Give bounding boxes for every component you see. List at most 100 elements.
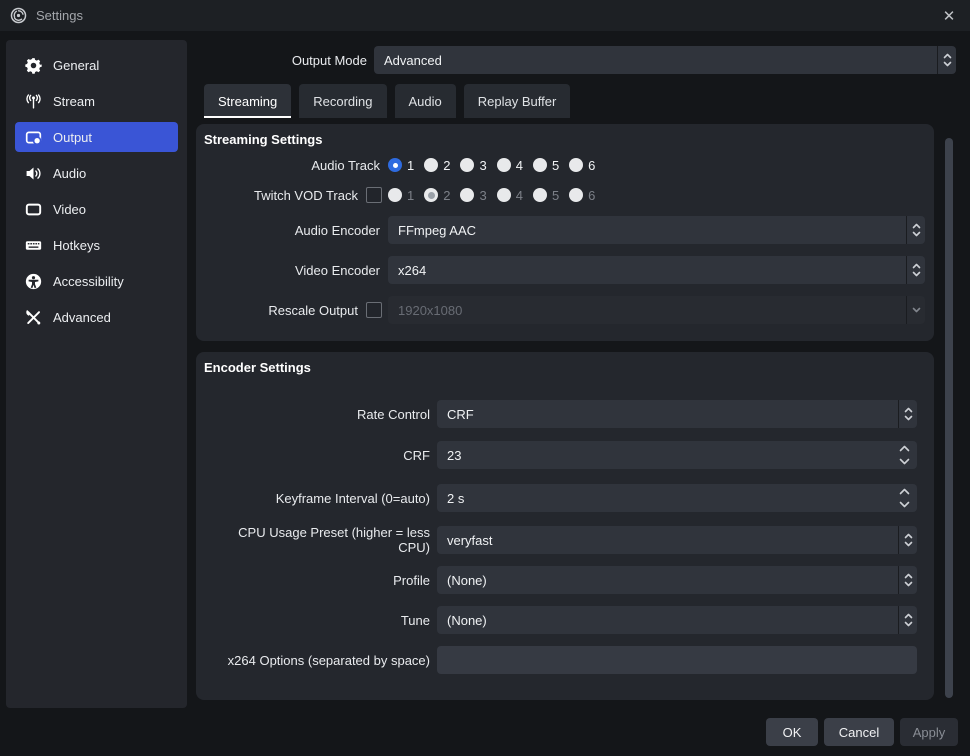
accessibility-icon <box>25 273 42 290</box>
vod-radio-6 <box>569 188 584 202</box>
vod-radio-5 <box>532 188 547 202</box>
combo-updown-icon[interactable] <box>906 256 925 284</box>
keyframe-interval-value: 2 s <box>447 490 465 506</box>
sidebar-item-label: General <box>53 57 100 73</box>
audio-track-row: Audio Track 1 2 3 4 5 6 <box>204 156 925 174</box>
rescale-resolution-value: 1920x1080 <box>398 302 463 318</box>
vod-radio-3 <box>460 188 475 202</box>
sidebar-item-accessibility[interactable]: Accessibility <box>15 266 178 296</box>
combo-updown-icon[interactable] <box>898 526 917 554</box>
crf-value: 23 <box>447 447 462 463</box>
crf-label: CRF <box>403 447 430 463</box>
rate-control-select[interactable]: CRF <box>437 400 917 428</box>
apply-button: Apply <box>900 718 958 746</box>
sidebar-item-video[interactable]: Video <box>15 194 178 224</box>
rescale-output-label: Rescale Output <box>268 302 358 318</box>
keyframe-interval-spinbox[interactable]: 2 s <box>437 484 917 512</box>
combo-updown-icon[interactable] <box>906 216 925 244</box>
vod-radio-2 <box>424 188 439 202</box>
video-encoder-select[interactable]: x264 <box>388 256 925 284</box>
tune-select[interactable]: (None) <box>437 606 917 634</box>
rate-control-value: CRF <box>447 406 474 422</box>
twitch-vod-radios: 1 2 3 4 5 6 <box>388 188 595 203</box>
combo-updown-icon[interactable] <box>898 606 917 634</box>
sidebar-item-label: Accessibility <box>53 273 124 289</box>
tune-value: (None) <box>447 612 487 628</box>
output-mode-label: Output Mode <box>291 52 367 68</box>
sidebar-item-stream[interactable]: Stream <box>15 86 178 116</box>
window-title: Settings <box>36 8 83 23</box>
radio-track-5[interactable] <box>532 158 547 172</box>
sidebar-item-audio[interactable]: Audio <box>15 158 178 188</box>
sidebar-item-hotkeys[interactable]: Hotkeys <box>15 230 178 260</box>
combo-updown-icon[interactable] <box>898 566 917 594</box>
sidebar-item-output[interactable]: Output <box>15 122 178 152</box>
tab-replay-buffer[interactable]: Replay Buffer <box>463 84 571 118</box>
cancel-button[interactable]: Cancel <box>824 718 894 746</box>
sidebar-item-label: Stream <box>53 93 95 109</box>
spin-up-icon[interactable] <box>899 488 910 495</box>
rescale-output-row: Rescale Output 1920x1080 <box>204 296 925 324</box>
profile-select[interactable]: (None) <box>437 566 917 594</box>
keyframe-interval-row: Keyframe Interval (0=auto) 2 s <box>204 484 917 512</box>
tab-recording[interactable]: Recording <box>299 84 387 118</box>
radio-label: 6 <box>588 157 596 173</box>
radio-label: 4 <box>515 187 523 203</box>
tab-streaming[interactable]: Streaming <box>204 84 292 118</box>
rescale-output-checkbox[interactable] <box>366 302 382 318</box>
combo-updown-icon[interactable] <box>937 46 956 74</box>
cpu-preset-row: CPU Usage Preset (higher = less CPU) ver… <box>204 525 917 555</box>
radio-track-3[interactable] <box>460 158 475 172</box>
spin-down-icon[interactable] <box>899 458 910 465</box>
radio-label: 1 <box>407 157 415 173</box>
close-icon[interactable]: ✕ <box>938 7 960 25</box>
audio-encoder-label: Audio Encoder <box>294 222 380 238</box>
output-mode-select[interactable]: Advanced <box>374 46 956 74</box>
vod-radio-4 <box>496 188 511 202</box>
speaker-icon <box>25 165 42 182</box>
radio-track-6[interactable] <box>569 158 584 172</box>
video-encoder-row: Video Encoder x264 <box>204 256 925 284</box>
profile-value: (None) <box>447 572 487 588</box>
sidebar-item-general[interactable]: General <box>15 50 178 80</box>
audio-track-radios: 1 2 3 4 5 6 <box>388 158 595 173</box>
spin-up-icon[interactable] <box>899 445 910 452</box>
sidebar-item-label: Hotkeys <box>53 237 100 253</box>
output-icon <box>25 129 42 146</box>
radio-label: 2 <box>443 157 451 173</box>
sidebar-item-advanced[interactable]: Advanced <box>15 302 178 332</box>
broadcast-antenna-icon <box>25 93 42 110</box>
radio-label: 1 <box>407 187 415 203</box>
radio-track-2[interactable] <box>424 158 439 172</box>
ok-button[interactable]: OK <box>766 718 818 746</box>
obs-logo-icon <box>10 7 27 24</box>
output-mode-value: Advanced <box>384 52 442 68</box>
combo-updown-icon[interactable] <box>898 400 917 428</box>
profile-row: Profile (None) <box>204 566 917 594</box>
x264-options-input[interactable] <box>437 646 917 674</box>
audio-encoder-row: Audio Encoder FFmpeg AAC <box>204 216 925 244</box>
audio-encoder-select[interactable]: FFmpeg AAC <box>388 216 925 244</box>
cpu-preset-select[interactable]: veryfast <box>437 526 917 554</box>
radio-label: 6 <box>588 187 596 203</box>
tune-row: Tune (None) <box>204 606 917 634</box>
radio-track-1[interactable] <box>388 158 402 172</box>
titlebar: Settings ✕ <box>0 0 970 31</box>
sidebar-item-label: Output <box>53 129 93 145</box>
gear-icon <box>25 57 42 74</box>
crf-spinbox[interactable]: 23 <box>437 441 917 469</box>
audio-encoder-value: FFmpeg AAC <box>398 222 477 238</box>
tab-audio[interactable]: Audio <box>394 84 456 118</box>
display-icon <box>25 201 42 218</box>
crf-row: CRF 23 <box>204 441 917 469</box>
spin-down-icon[interactable] <box>899 501 910 508</box>
x264-options-label: x264 Options (separated by space) <box>227 652 430 668</box>
vertical-scrollbar-thumb[interactable] <box>945 138 953 698</box>
radio-label: 2 <box>443 187 451 203</box>
rate-control-row: Rate Control CRF <box>204 400 917 428</box>
sidebar-item-label: Advanced <box>53 309 111 325</box>
group-title: Encoder Settings <box>204 360 311 375</box>
radio-label: 3 <box>479 187 487 203</box>
twitch-vod-checkbox[interactable] <box>366 187 382 203</box>
radio-track-4[interactable] <box>496 158 511 172</box>
